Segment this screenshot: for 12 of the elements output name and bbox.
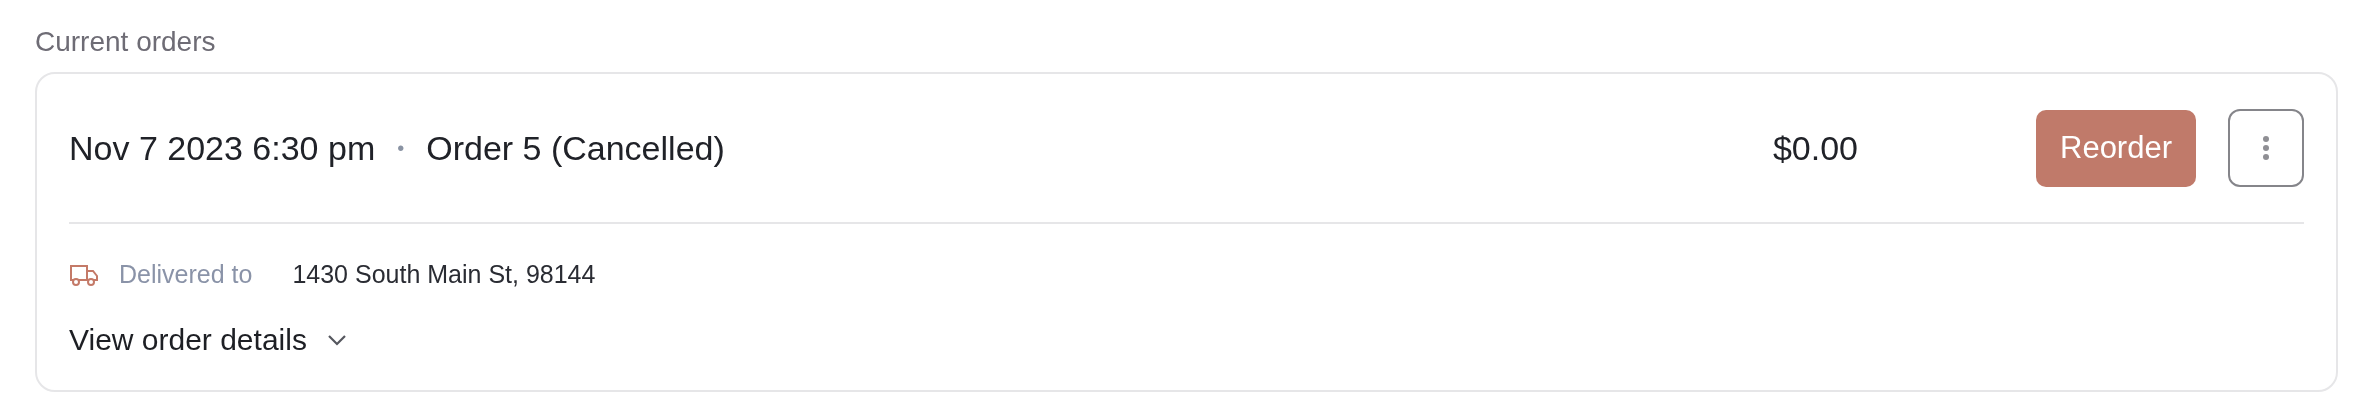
delivery-address: 1430 South Main St, 98144 bbox=[292, 260, 596, 289]
more-icon bbox=[2262, 135, 2270, 161]
order-date: Nov 7 2023 6:30 pm bbox=[69, 128, 376, 168]
truck-icon bbox=[69, 262, 99, 287]
section-heading: Current orders bbox=[35, 26, 216, 58]
order-title: Order 5 (Cancelled) bbox=[426, 128, 725, 168]
more-options-button[interactable] bbox=[2228, 109, 2304, 187]
delivery-label: Delivered to bbox=[119, 260, 253, 289]
view-details-toggle[interactable]: View order details bbox=[69, 323, 347, 357]
chevron-icon bbox=[326, 334, 347, 346]
separator-dot: • bbox=[397, 136, 405, 160]
order-price: $0.00 bbox=[1772, 128, 1858, 168]
